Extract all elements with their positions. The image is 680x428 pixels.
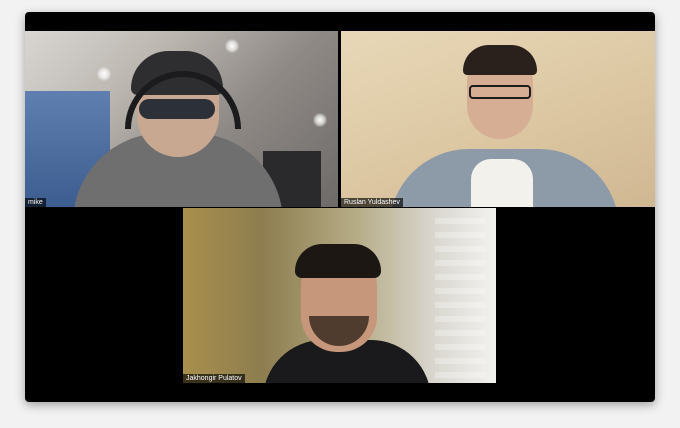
blurred-background <box>435 218 485 378</box>
participant-shirt <box>471 159 533 207</box>
participant-tile-jakhongir-pulatov[interactable]: Jakhongir Pulatov <box>183 208 496 383</box>
participant-name-label: Jakhongir Pulatov <box>183 374 245 383</box>
participant-tile-mike[interactable]: mike <box>25 31 338 207</box>
participant-hair <box>295 244 381 278</box>
ceiling-light <box>97 67 111 81</box>
goggles <box>139 99 215 119</box>
participant-hair <box>463 45 537 75</box>
ceiling-light <box>225 39 239 53</box>
participant-name-label: mike <box>25 198 46 207</box>
video-call-window: mike Ruslan Yuldashev Jakhongir Pulatov <box>25 12 655 402</box>
participant-tile-ruslan-yuldashev[interactable]: Ruslan Yuldashev <box>341 31 655 207</box>
glasses <box>469 85 531 99</box>
ceiling-light <box>313 113 327 127</box>
participant-name-label: Ruslan Yuldashev <box>341 198 403 207</box>
